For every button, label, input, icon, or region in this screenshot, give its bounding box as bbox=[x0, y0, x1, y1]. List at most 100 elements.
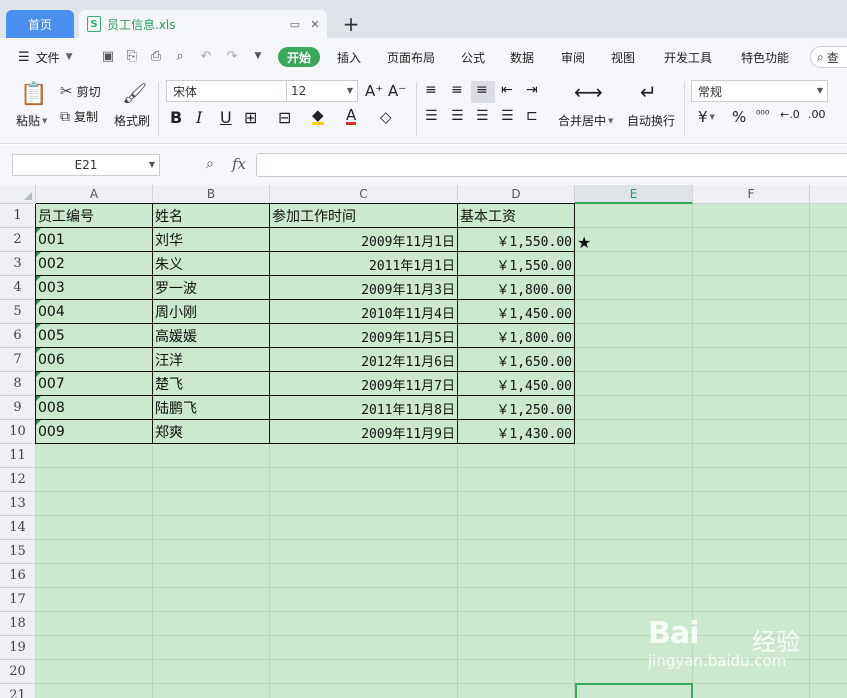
wrap-text-icon[interactable]: ↵ bbox=[640, 80, 657, 104]
paste-button[interactable]: 粘贴 ▼ bbox=[16, 112, 47, 129]
row-header[interactable]: 19 bbox=[0, 636, 36, 660]
table-cell[interactable]: 罗一波 bbox=[153, 276, 269, 300]
table-cell[interactable]: 008 bbox=[36, 396, 152, 420]
table-cell[interactable]: 2012年11月6日 bbox=[270, 348, 457, 372]
table-cell[interactable]: 007 bbox=[36, 372, 152, 396]
save-icon[interactable]: ▣ bbox=[100, 48, 116, 64]
paste-icon-button[interactable]: 📋 bbox=[20, 80, 47, 108]
table-cell[interactable]: 2009年11月1日 bbox=[270, 228, 457, 252]
row-header[interactable]: 13 bbox=[0, 492, 36, 516]
tab-start[interactable]: 开始 bbox=[278, 47, 320, 67]
wrap-text-button[interactable]: 自动换行 bbox=[627, 112, 675, 129]
table-cell[interactable]: 2011年1月1日 bbox=[270, 252, 457, 276]
number-format-select[interactable]: 常规 ▼ bbox=[691, 80, 828, 102]
table-cell[interactable]: 2010年11月4日 bbox=[270, 300, 457, 324]
decrease-indent-icon[interactable]: ⇤ bbox=[501, 82, 513, 98]
table-cell[interactable]: 2009年11月5日 bbox=[270, 324, 457, 348]
align-center-icon[interactable]: ☰ bbox=[451, 108, 464, 124]
table-cell[interactable]: 姓名 bbox=[153, 204, 269, 228]
table-cell[interactable]: 2009年11月9日 bbox=[270, 420, 457, 444]
zoom-icon[interactable]: ⌕ bbox=[206, 156, 214, 172]
underline-icon[interactable]: U bbox=[220, 108, 232, 127]
new-tab-button[interactable]: + bbox=[340, 12, 362, 36]
tab-developer[interactable]: 开发工具 bbox=[664, 48, 712, 66]
row-header[interactable]: 15 bbox=[0, 540, 36, 564]
select-all-corner[interactable] bbox=[0, 185, 36, 204]
table-cell[interactable]: 2011年11月8日 bbox=[270, 396, 457, 420]
merge-cells-icon[interactable]: ⟷ bbox=[574, 80, 603, 104]
font-color-icon[interactable]: A bbox=[346, 108, 357, 125]
table-cell[interactable]: 周小刚 bbox=[153, 300, 269, 324]
table-cell[interactable]: 005 bbox=[36, 324, 152, 348]
clear-format-icon[interactable]: ◇ bbox=[380, 108, 392, 126]
table-cell[interactable]: ￥1,450.00 bbox=[458, 372, 574, 396]
tab-view[interactable]: 视图 bbox=[611, 48, 635, 66]
table-cell[interactable]: ￥1,800.00 bbox=[458, 324, 574, 348]
row-header[interactable]: 17 bbox=[0, 588, 36, 612]
row-header[interactable]: 11 bbox=[0, 444, 36, 468]
table-cell[interactable]: 高媛媛 bbox=[153, 324, 269, 348]
tab-home[interactable]: 首页 bbox=[6, 10, 74, 38]
thousands-separator-icon[interactable]: ⁰⁰⁰ bbox=[756, 108, 769, 121]
merge-center-button[interactable]: 合并居中 ▼ bbox=[558, 112, 613, 129]
row-header[interactable]: 1 bbox=[0, 204, 36, 228]
column-header-a[interactable]: A bbox=[36, 185, 153, 204]
percent-format-button[interactable]: % bbox=[732, 108, 746, 126]
name-box[interactable]: E21 ▼ bbox=[12, 154, 160, 176]
align-top-icon[interactable]: ≡ bbox=[425, 82, 437, 98]
copy-button[interactable]: ⧉ 复制 bbox=[60, 108, 98, 125]
column-header-d[interactable]: D bbox=[458, 185, 575, 204]
align-bottom-icon[interactable]: ≡ bbox=[476, 82, 488, 98]
table-cell[interactable]: ￥1,650.00 bbox=[458, 348, 574, 372]
table-cell[interactable]: ￥1,430.00 bbox=[458, 420, 574, 444]
row-header[interactable]: 16 bbox=[0, 564, 36, 588]
table-cell[interactable]: ￥1,550.00 bbox=[458, 252, 574, 276]
table-cell[interactable]: 2009年11月3日 bbox=[270, 276, 457, 300]
table-cell[interactable]: 郑爽 bbox=[153, 420, 269, 444]
table-cell[interactable]: 009 bbox=[36, 420, 152, 444]
row-header[interactable]: 2 bbox=[0, 228, 36, 252]
table-cell[interactable]: ￥1,450.00 bbox=[458, 300, 574, 324]
row-header[interactable]: 3 bbox=[0, 252, 36, 276]
formula-input[interactable] bbox=[256, 153, 847, 177]
close-icon[interactable]: ✕ bbox=[307, 16, 323, 32]
table-cell[interactable]: 刘华 bbox=[153, 228, 269, 252]
table-cell[interactable]: 陆鹏飞 bbox=[153, 396, 269, 420]
italic-icon[interactable]: I bbox=[196, 108, 202, 127]
row-header[interactable]: 9 bbox=[0, 396, 36, 420]
increase-font-size-icon[interactable]: A⁺ bbox=[365, 82, 383, 100]
table-cell[interactable]: ￥1,250.00 bbox=[458, 396, 574, 420]
column-header-c[interactable]: C bbox=[270, 185, 458, 204]
active-cell-e21[interactable] bbox=[575, 683, 693, 698]
table-cell[interactable]: 基本工资 bbox=[458, 204, 574, 228]
tab-page-layout[interactable]: 页面布局 bbox=[387, 48, 435, 66]
align-middle-icon[interactable]: ≡ bbox=[451, 82, 463, 98]
table-cell[interactable]: 2009年11月7日 bbox=[270, 372, 457, 396]
tab-document[interactable]: S 员工信息.xls ▭ ✕ bbox=[79, 10, 327, 38]
tab-insert[interactable]: 插入 bbox=[337, 48, 361, 66]
bold-icon[interactable]: B bbox=[170, 108, 182, 127]
align-right-icon[interactable]: ☰ bbox=[476, 108, 489, 124]
print-icon[interactable]: ⎙ bbox=[148, 48, 164, 64]
tab-special-features[interactable]: 特色功能 bbox=[741, 48, 789, 66]
search-command-box[interactable]: ⌕ 查 bbox=[810, 46, 847, 68]
table-cell[interactable]: 参加工作时间 bbox=[270, 204, 457, 228]
justify-icon[interactable]: ☰ bbox=[501, 108, 514, 124]
cut-button[interactable]: ✂ 剪切 bbox=[60, 82, 101, 100]
redo-icon[interactable]: ↷ bbox=[224, 48, 240, 64]
increase-indent-icon[interactable]: ⇥ bbox=[526, 82, 538, 98]
align-left-icon[interactable]: ☰ bbox=[425, 108, 438, 124]
table-cell[interactable]: ￥1,550.00 bbox=[458, 228, 574, 252]
file-menu[interactable]: ☰ 文件 ▼ bbox=[18, 48, 73, 66]
format-painter-icon-button[interactable]: 🖌 bbox=[122, 80, 147, 106]
row-header[interactable]: 5 bbox=[0, 300, 36, 324]
tab-review[interactable]: 审阅 bbox=[561, 48, 585, 66]
row-header[interactable]: 8 bbox=[0, 372, 36, 396]
table-cell[interactable]: 汪洋 bbox=[153, 348, 269, 372]
row-header[interactable]: 10 bbox=[0, 420, 36, 444]
borders-icon[interactable]: ⊞ bbox=[244, 108, 257, 127]
row-header[interactable]: 7 bbox=[0, 348, 36, 372]
save-as-icon[interactable]: ⎘ bbox=[124, 48, 140, 64]
insert-function-button[interactable]: fx bbox=[232, 155, 246, 173]
currency-format-button[interactable]: ¥ ▼ bbox=[698, 108, 715, 126]
